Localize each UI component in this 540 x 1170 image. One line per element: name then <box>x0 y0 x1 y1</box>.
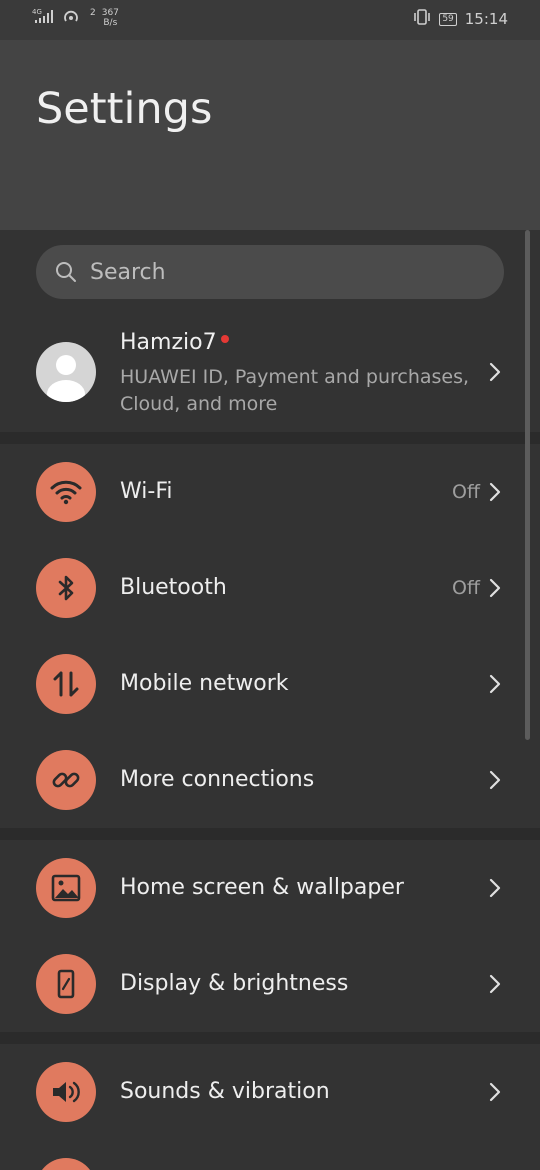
wifi-row[interactable]: Wi-Fi Off <box>0 444 540 540</box>
home-screen-wallpaper-label: Home screen & wallpaper <box>120 875 404 900</box>
mobile-network-row[interactable]: Mobile network <box>0 636 540 732</box>
bluetooth-icon <box>36 558 96 618</box>
sounds-vibration-label: Sounds & vibration <box>120 1079 330 1104</box>
page-title: Settings <box>36 84 213 134</box>
chevron-right-icon <box>488 770 502 790</box>
avatar <box>36 342 96 402</box>
account-row[interactable]: Hamzio7 HUAWEI ID, Payment and purchases… <box>0 318 540 428</box>
chevron-right-icon <box>488 974 502 994</box>
clock: 15:14 <box>464 10 508 28</box>
display-brightness-label: Display & brightness <box>120 971 349 996</box>
display-brightness-row[interactable]: Display & brightness <box>0 936 540 1032</box>
speed-value: 367 <box>101 8 119 18</box>
hotspot-icon <box>62 8 84 28</box>
search-bar[interactable] <box>36 245 504 299</box>
mobile-network-label: Mobile network <box>120 671 289 696</box>
chevron-right-icon <box>488 674 502 694</box>
notification-dot <box>220 335 229 343</box>
partial-icon-circle <box>36 1158 96 1170</box>
vibrate-icon <box>413 9 431 29</box>
status-bar: 4G 2 367 B/s 59 15:14 <box>0 0 540 40</box>
scrollbar[interactable] <box>525 230 530 740</box>
sim-badge: 2 <box>90 8 96 18</box>
header <box>0 40 540 230</box>
display-icon <box>36 954 96 1014</box>
wallpaper-icon <box>36 858 96 918</box>
home-screen-wallpaper-row[interactable]: Home screen & wallpaper <box>0 840 540 936</box>
bluetooth-row[interactable]: Bluetooth Off <box>0 540 540 636</box>
next-row-partial <box>36 1158 96 1170</box>
chevron-right-icon <box>488 878 502 898</box>
sounds-vibration-row[interactable]: Sounds & vibration <box>0 1044 540 1140</box>
network-speed: 367 B/s <box>102 8 119 28</box>
wifi-label: Wi-Fi <box>120 479 173 504</box>
account-name: Hamzio7 <box>120 330 217 355</box>
mobile-network-icon <box>36 654 96 714</box>
section-divider <box>0 432 540 444</box>
bluetooth-status: Off <box>451 577 480 599</box>
wifi-status: Off <box>451 481 480 503</box>
chevron-right-icon <box>488 1082 502 1102</box>
chevron-right-icon <box>488 578 502 598</box>
section-divider <box>0 1032 540 1044</box>
chevron-right-icon <box>488 482 502 502</box>
signal-icon: 4G <box>32 8 56 28</box>
bluetooth-label: Bluetooth <box>120 575 227 600</box>
more-connections-row[interactable]: More connections <box>0 732 540 828</box>
section-divider <box>0 828 540 840</box>
search-icon <box>54 260 78 284</box>
link-icon <box>36 750 96 810</box>
svg-text:4G: 4G <box>32 8 42 16</box>
chevron-right-icon <box>488 362 502 382</box>
battery-indicator: 59 <box>439 12 457 26</box>
more-connections-label: More connections <box>120 767 315 792</box>
search-input[interactable] <box>90 245 470 299</box>
speed-unit: B/s <box>103 18 118 28</box>
account-subtitle: HUAWEI ID, Payment and purchases, Cloud,… <box>120 366 470 415</box>
account-name-wrap: Hamzio7 <box>120 330 229 355</box>
wifi-icon <box>36 462 96 522</box>
speaker-icon <box>36 1062 96 1122</box>
